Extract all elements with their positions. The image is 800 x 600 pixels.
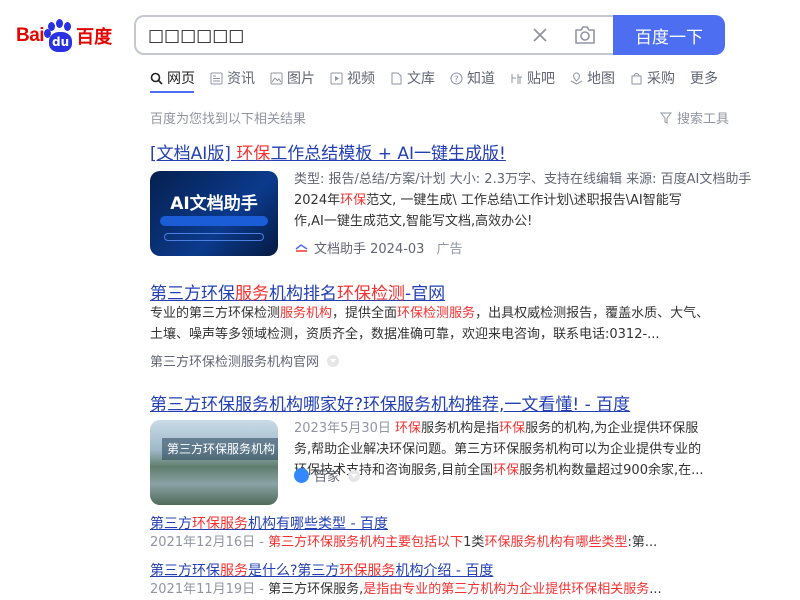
tab-news[interactable]: 资讯 — [210, 66, 255, 90]
paw-icon: du — [44, 19, 75, 53]
search-tools-button[interactable]: 搜索工具 — [660, 108, 729, 127]
sub-result-title[interactable]: 第三方环保服务是什么?第三方环保服务机构介绍 - 百度 — [150, 560, 493, 580]
sub-result-abstract: 2021年12月16日 - 第三方环保服务机构主要包括以下1类环保服务机构有哪些… — [150, 535, 658, 550]
filter-icon — [660, 112, 672, 124]
result-abstract: 专业的第三方环保检测服务机构，提供全面环保检测服务，出具权威检测报告，覆盖水质、… — [150, 306, 710, 342]
news-icon — [210, 72, 223, 84]
result-count-hint: 百度为您找到以下相关结果 — [150, 112, 307, 127]
result-title[interactable]: 第三方环保服务机构排名环保检测-官网 — [150, 279, 445, 304]
result-title[interactable]: [文档AI版] 环保工作总结模板 + AI一键生成版! — [150, 139, 506, 164]
result-meta: 类型: 报告/总结/方案/计划 大小: 2.3万字、支持在线编辑 来源: 百度A… — [294, 172, 752, 187]
map-icon — [570, 71, 583, 85]
sub-result-title[interactable]: 第三方环保服务机构有哪些类型 - 百度 — [150, 513, 388, 533]
question-icon: ? — [450, 72, 463, 85]
logo-text-cn: 百度 — [76, 27, 113, 48]
result-source[interactable]: 百家 — [294, 466, 361, 485]
tab-video[interactable]: 视频 — [330, 66, 375, 90]
ad-label: 广告 — [436, 242, 463, 257]
doc-icon — [391, 72, 402, 84]
search-input[interactable] — [148, 24, 508, 48]
clear-icon[interactable] — [530, 25, 550, 45]
search-icon — [150, 72, 163, 85]
site-icon — [295, 244, 308, 252]
result-source[interactable]: 文档助手 2024-03 广告 — [294, 238, 462, 257]
chevron-down-icon[interactable] — [327, 354, 340, 367]
tab-more[interactable]: 更多 — [690, 66, 718, 90]
tab-web[interactable]: 网页 — [150, 66, 195, 90]
result-abstract: 类型: 报告/总结/方案/计划 大小: 2.3万字、支持在线编辑 来源: 百度A… — [294, 169, 752, 232]
tab-wenku[interactable]: 文库 — [390, 66, 435, 90]
tab-images[interactable]: 图片 — [270, 66, 315, 90]
result-thumbnail[interactable]: 第三方环保服务机构 — [150, 420, 278, 505]
image-icon — [270, 72, 283, 84]
tieba-icon — [511, 73, 522, 84]
camera-icon[interactable] — [573, 24, 597, 46]
svg-text:?: ? — [454, 75, 459, 85]
logo-text-bai: Bai — [16, 25, 45, 46]
sub-result-abstract: 2021年11月19日 - 第三方环保服务,是指由专业的第三方机构为企业提供环保… — [150, 582, 662, 597]
shop-icon — [631, 72, 642, 84]
baidu-logo[interactable]: Bai du 百度 — [16, 18, 112, 54]
video-icon — [330, 72, 343, 84]
tab-shop[interactable]: 采购 — [630, 66, 675, 90]
tab-map[interactable]: 地图 — [570, 66, 615, 90]
result-thumbnail[interactable]: AI文档助手 — [150, 171, 278, 256]
search-tabs: 网页 资讯 图片 视频 文库 ? 知道 贴吧 地图 采购 更多 — [150, 66, 733, 94]
baijiahao-icon — [294, 468, 309, 483]
tab-tieba[interactable]: 贴吧 — [510, 66, 555, 90]
chevron-down-icon[interactable] — [348, 469, 361, 482]
search-button[interactable]: 百度一下 — [613, 15, 725, 55]
result-source[interactable]: 第三方环保检测服务机构官网 — [150, 351, 340, 370]
tab-zhidao[interactable]: ? 知道 — [450, 66, 495, 90]
result-title[interactable]: 第三方环保服务机构哪家好?环保服务机构推荐,一文看懂! - 百度 — [150, 390, 630, 415]
active-tab-indicator — [150, 91, 194, 93]
